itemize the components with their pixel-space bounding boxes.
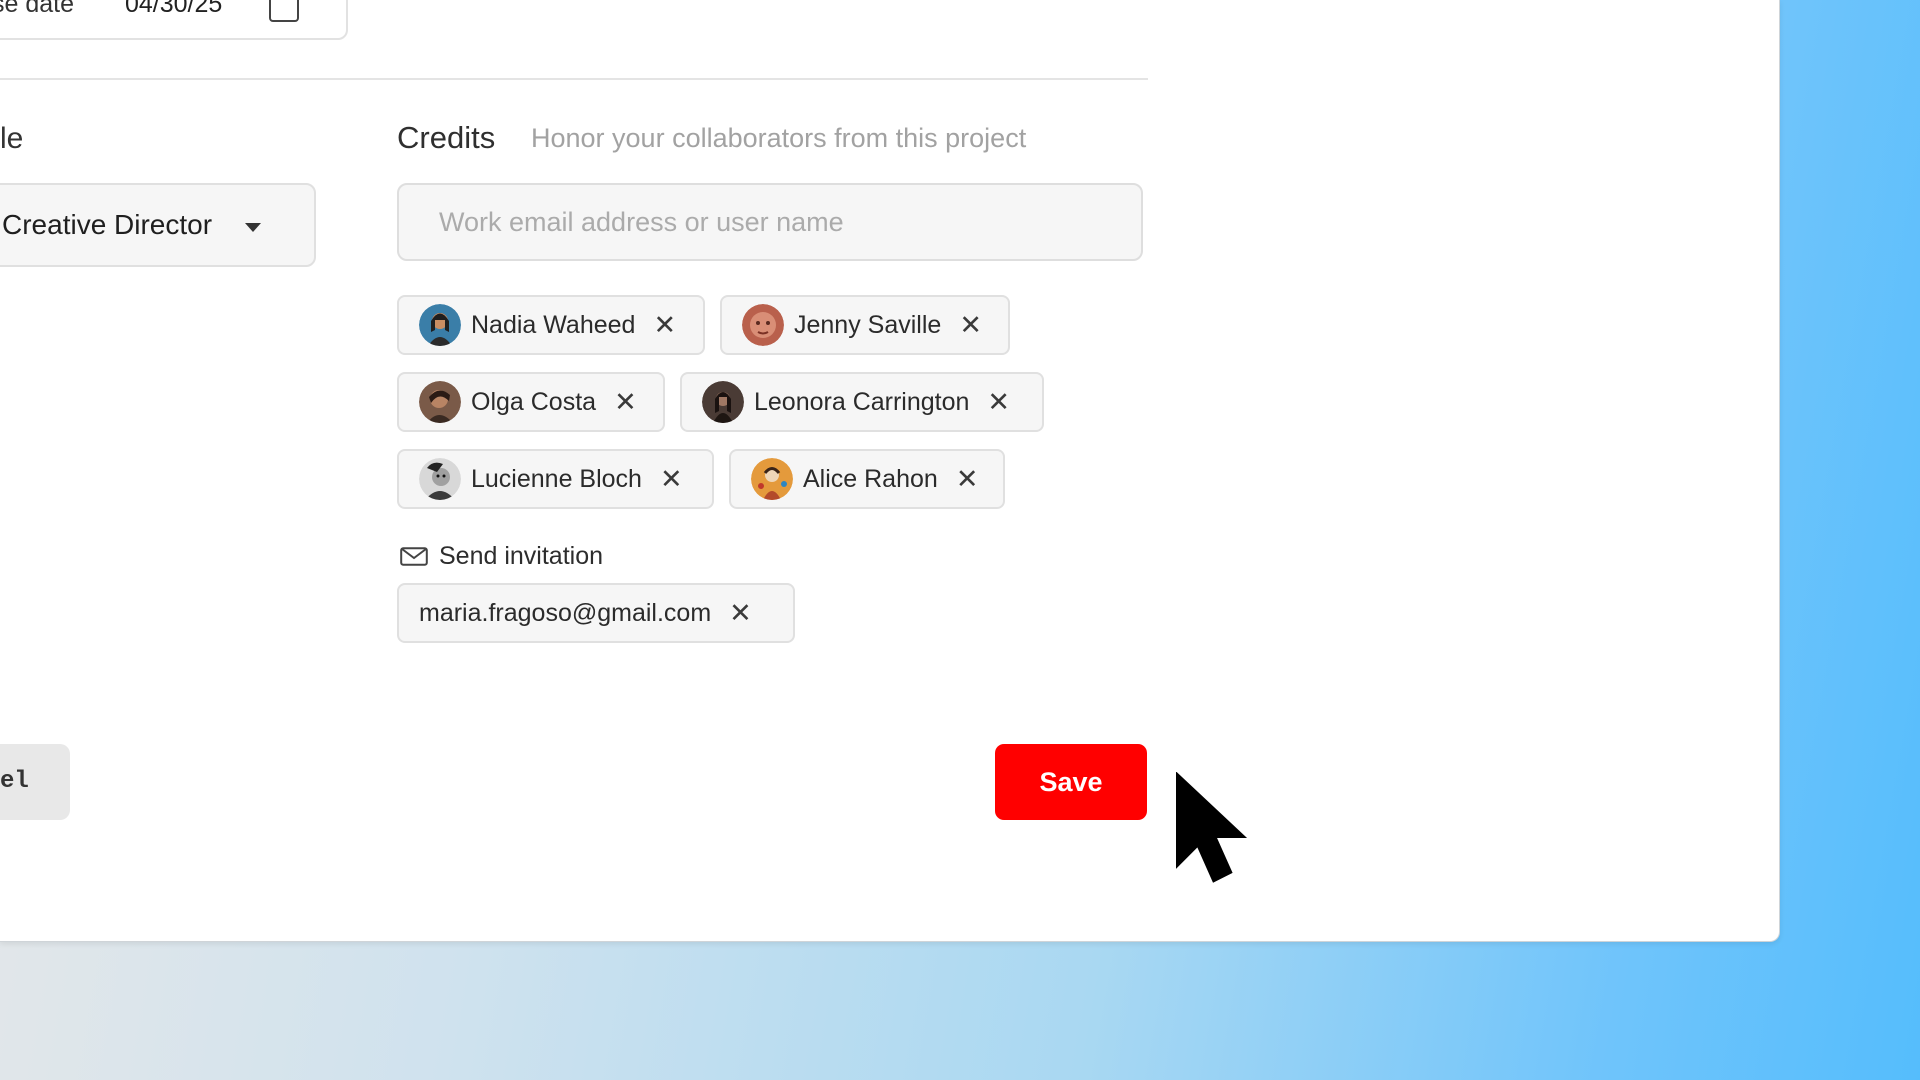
collaborator-chip: Olga Costa ✕ (397, 372, 665, 432)
collaborator-search-input[interactable] (397, 183, 1143, 261)
collaborator-chip: Alice Rahon ✕ (729, 449, 1005, 509)
credits-title: Credits (397, 120, 496, 155)
release-date-value[interactable]: 04/30/25 (125, 0, 222, 19)
role-select-value: Creative Director (2, 209, 213, 240)
dialog-panel: se date 04/30/25 le Creative Director Cr… (0, 0, 1780, 942)
collaborator-name: Leonora Carrington (754, 387, 970, 416)
avatar (419, 458, 461, 500)
avatar (419, 381, 461, 423)
collaborator-chip: Lucienne Bloch ✕ (397, 449, 714, 509)
remove-icon[interactable]: ✕ (959, 311, 982, 339)
collaborator-name: Lucienne Bloch (471, 464, 642, 493)
collaborator-chip: Jenny Saville ✕ (720, 295, 1010, 355)
collaborator-name: Nadia Waheed (471, 310, 636, 339)
remove-icon[interactable]: ✕ (614, 388, 637, 416)
avatar (742, 304, 784, 346)
invitation-email: maria.fragoso@gmail.com (419, 598, 712, 627)
send-invitation-label-group: Send invitation (400, 542, 603, 571)
cancel-button[interactable]: el (0, 744, 70, 820)
remove-icon[interactable]: ✕ (956, 465, 979, 493)
calendar-icon[interactable] (269, 0, 299, 22)
role-select[interactable]: Creative Director (0, 183, 316, 267)
section-divider (0, 78, 1148, 80)
avatar (702, 381, 744, 423)
avatar (751, 458, 793, 500)
mail-icon (400, 547, 428, 566)
cancel-button-label: el (0, 768, 29, 795)
remove-icon[interactable]: ✕ (653, 311, 676, 339)
invitation-email-chip: maria.fragoso@gmail.com ✕ (397, 583, 795, 643)
save-button[interactable]: Save (995, 744, 1147, 820)
mouse-cursor-icon (1176, 772, 1248, 883)
collaborator-name: Jenny Saville (794, 310, 942, 339)
collaborator-chip: Leonora Carrington ✕ (680, 372, 1044, 432)
collaborator-chip: Nadia Waheed ✕ (397, 295, 705, 355)
credits-subtitle: Honor your collaborators from this proje… (531, 123, 1027, 153)
remove-icon[interactable]: ✕ (729, 599, 752, 627)
chevron-down-icon (245, 223, 261, 232)
collaborator-name: Olga Costa (471, 387, 597, 416)
collaborator-name: Alice Rahon (803, 464, 938, 493)
release-date-label: se date (0, 0, 75, 18)
remove-icon[interactable]: ✕ (660, 465, 683, 493)
role-label: le (0, 122, 24, 155)
remove-icon[interactable]: ✕ (987, 388, 1010, 416)
avatar (419, 304, 461, 346)
send-invitation-label: Send invitation (439, 542, 604, 570)
release-date-field[interactable]: se date 04/30/25 (0, 0, 348, 40)
